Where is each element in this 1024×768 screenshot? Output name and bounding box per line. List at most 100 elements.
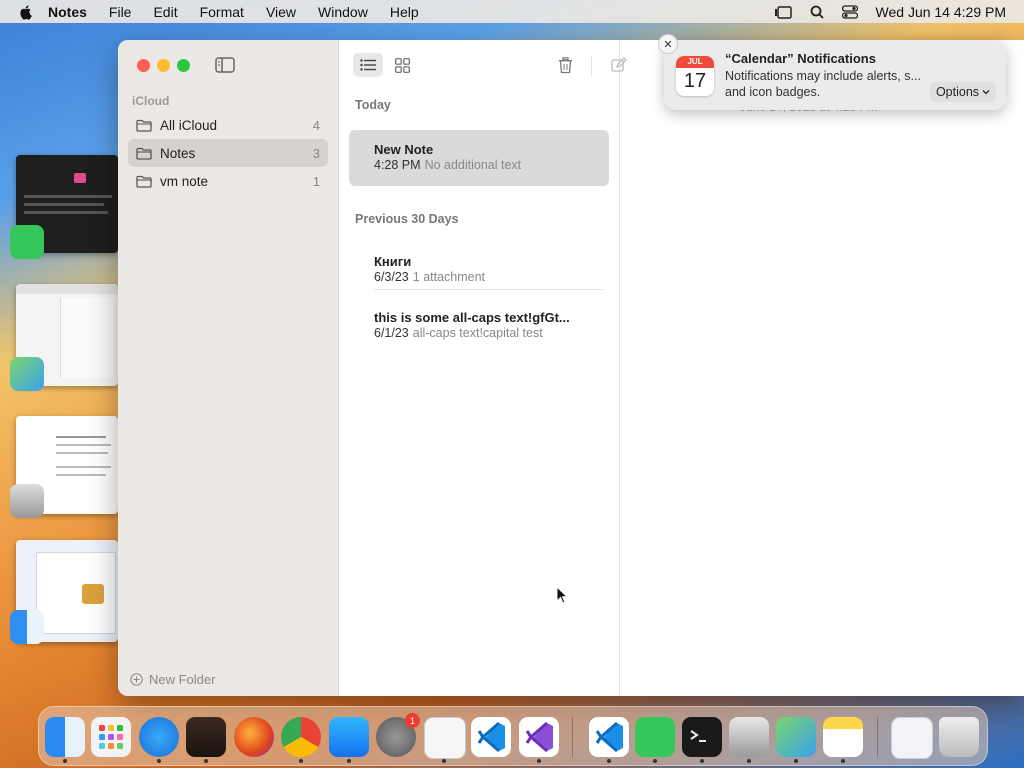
dock-vscode-icon[interactable] [471,717,511,757]
notification-body: Notifications may include alerts, s... a… [725,69,921,99]
running-indicator [442,759,446,763]
dock-chrome-window-icon[interactable] [891,717,933,759]
note-title: New Note [374,142,434,157]
terminal-prompt-icon [690,730,706,742]
folder-icon [136,147,152,160]
delete-note-button[interactable] [551,53,579,77]
notification-close-button[interactable]: ✕ [658,34,678,54]
dock-terminal-icon[interactable] [682,717,722,757]
note-list-item[interactable]: New Note 4:28 PM No additional text [349,130,609,186]
note-date: 4:28 PM [374,158,421,172]
chevron-down-icon [982,90,990,95]
running-indicator [204,759,208,763]
stage-manager-icon[interactable] [774,5,792,19]
menu-window[interactable]: Window [318,4,368,20]
folder-count: 3 [312,145,320,161]
calendar-icon-month: JUL [676,56,714,68]
mouse-pointer-icon [556,586,568,604]
dock-launchpad-icon[interactable] [91,717,131,757]
dock-finder-icon[interactable] [45,717,85,757]
menubar-clock[interactable]: Wed Jun 14 4:29 PM [876,4,1006,20]
menu-file[interactable]: File [109,4,132,20]
note-list-item[interactable]: this is some all-caps text!gfGt... 6/1/2… [349,298,609,348]
installer-app-icon[interactable] [10,484,44,518]
folder-label: vm note [160,173,209,189]
calendar-notification[interactable]: ✕ JUL 17 “Calendar” Notifications Notifi… [658,34,1006,110]
sidebar-folder-vm-note[interactable]: vm note 1 [128,167,328,195]
minimize-window-button[interactable] [157,59,170,72]
toolbar-separator [591,56,592,76]
folder-label: All iCloud [160,117,218,133]
sidebar: iCloud All iCloud 4 Notes 3 vm note 1 Ne… [118,40,339,696]
running-indicator [794,759,798,763]
apple-menu-icon[interactable] [18,4,34,20]
vscode-logo-icon [477,721,505,753]
launchpad-grid-icon [99,725,123,749]
calendar-app-icon: JUL 17 [676,56,714,96]
running-indicator [537,759,541,763]
notification-options-button[interactable]: Options [930,82,996,102]
notification-title: “Calendar” Notifications [725,51,876,66]
new-folder-button[interactable]: New Folder [130,672,215,687]
dock-installer-icon[interactable] [729,717,769,757]
menu-view[interactable]: View [266,4,296,20]
trash-icon [558,56,572,73]
running-indicator [607,759,611,763]
dock-facetime-icon[interactable] [635,717,675,757]
dock-notes-icon[interactable] [823,717,863,757]
options-label: Options [935,85,980,99]
sidebar-folder-all-icloud[interactable]: All iCloud 4 [128,111,328,139]
dock-vscode-2-icon[interactable] [589,717,629,757]
list-view-button[interactable] [353,53,383,77]
close-window-button[interactable] [137,59,150,72]
plus-circle-icon [130,673,143,686]
dock-firefox-icon[interactable] [234,717,274,757]
note-date: 6/1/23 [374,326,409,340]
dock-visual-studio-icon[interactable] [519,717,559,757]
vscode-logo-icon [595,721,623,753]
running-indicator [747,759,751,763]
note-title: this is some all-caps text!gfGt... [374,310,570,325]
spotlight-search-icon[interactable] [810,5,824,19]
dock-safari-icon[interactable] [139,717,179,757]
maps-app-icon[interactable] [10,357,44,391]
sidebar-section-icloud: iCloud [132,94,170,108]
sidebar-toggle-icon[interactable] [215,57,235,73]
visual-studio-logo-icon [525,721,553,753]
list-icon [360,59,376,71]
calendar-icon-day: 17 [683,70,707,92]
notes-window: iCloud All iCloud 4 Notes 3 vm note 1 Ne… [118,40,1024,696]
finder-app-icon[interactable] [10,610,44,644]
dock-separator [877,717,878,757]
dock-chrome-icon[interactable] [281,717,321,757]
facetime-app-icon[interactable] [10,225,44,259]
dock: 1 [38,706,988,766]
note-list-item[interactable]: Книги 6/3/23 1 attachment [349,242,609,292]
note-list-pane: Today New Note 4:28 PM No additional text… [339,40,620,696]
dock-textedit-icon[interactable] [424,717,466,759]
note-title: Книги [374,254,412,269]
notification-badge: 1 [405,713,420,728]
note-divider [374,289,604,290]
group-heading-today: Today [355,98,391,112]
compose-note-button[interactable] [605,53,633,77]
compose-icon [611,57,627,72]
menu-format[interactable]: Format [200,4,244,20]
menu-app-name[interactable]: Notes [48,4,87,20]
running-indicator [299,759,303,763]
zoom-window-button[interactable] [177,59,190,72]
gallery-view-button[interactable] [387,53,417,77]
dock-app-store-icon[interactable] [329,717,369,757]
running-indicator [63,759,67,763]
sidebar-folder-notes[interactable]: Notes 3 [128,139,328,167]
menu-help[interactable]: Help [390,4,419,20]
dock-system-settings-icon[interactable]: 1 [376,713,420,757]
dock-trash-icon[interactable] [939,717,979,757]
dock-maps-icon[interactable] [776,717,816,757]
control-center-icon[interactable] [841,4,858,19]
note-editor[interactable]: June 14, 2023 at 4:28 PM [620,92,1024,696]
dock-garageband-icon[interactable] [186,717,226,757]
running-indicator [347,759,351,763]
menu-edit[interactable]: Edit [153,4,177,20]
running-indicator [841,759,845,763]
